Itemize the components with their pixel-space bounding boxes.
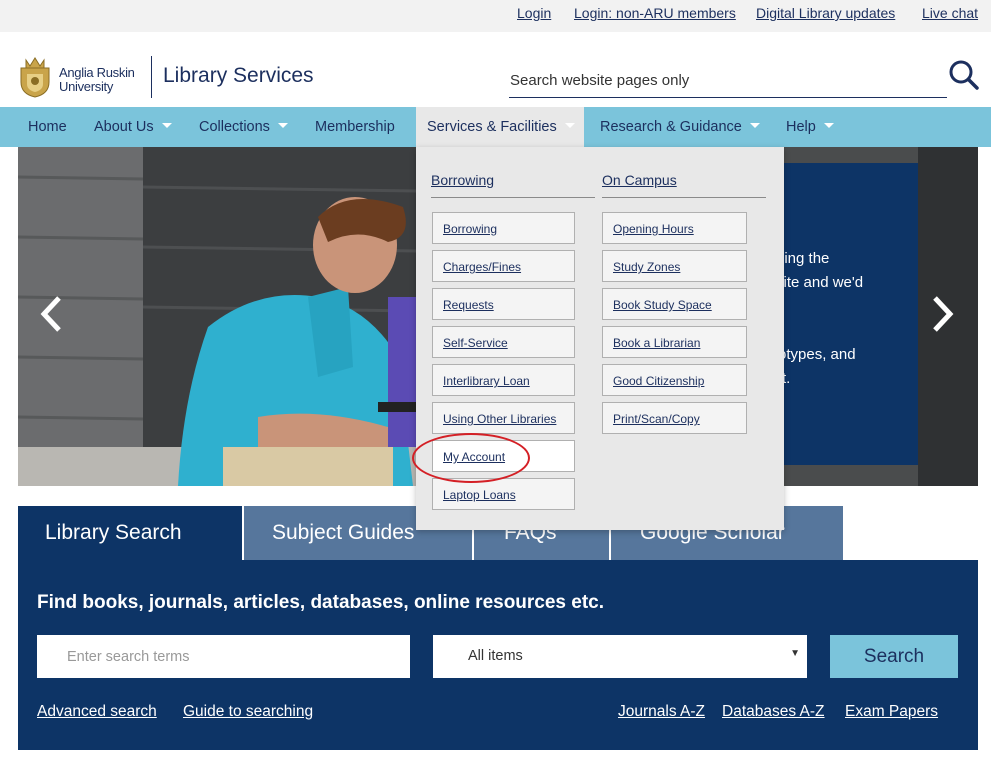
guide-to-searching-link[interactable]: Guide to searching (183, 703, 313, 721)
column-divider (431, 197, 595, 198)
nav-home[interactable]: Home (28, 107, 67, 147)
utility-bar: Login Login: non-ARU members Digital Lib… (0, 0, 991, 32)
nav-research-guidance[interactable]: Research & Guidance (600, 107, 760, 147)
nav-about-us[interactable]: About Us (94, 107, 172, 147)
search-terms-input[interactable] (37, 635, 410, 678)
nav-membership[interactable]: Membership (315, 107, 395, 147)
advanced-search-link[interactable]: Advanced search (37, 703, 157, 721)
exam-papers-link[interactable]: Exam Papers (845, 703, 938, 721)
live-chat-link[interactable]: Live chat (922, 5, 978, 21)
chevron-down-icon (161, 122, 172, 128)
chevron-down-icon (823, 122, 834, 128)
borrowing-column-heading[interactable]: Borrowing (431, 172, 494, 188)
dropdown-link-print-scan-copy[interactable]: Print/Scan/Copy (602, 402, 747, 434)
nav-help[interactable]: Help (786, 107, 834, 147)
dropdown-link-borrowing[interactable]: Borrowing (432, 212, 575, 244)
university-crest-icon[interactable] (18, 56, 52, 98)
dropdown-link-using-other-libraries[interactable]: Using Other Libraries (432, 402, 575, 434)
search-icon[interactable] (948, 59, 980, 91)
dropdown-link-charges-fines[interactable]: Charges/Fines (432, 250, 575, 282)
chevron-down-icon (749, 122, 760, 128)
login-non-aru-link[interactable]: Login: non-ARU members (574, 5, 736, 21)
chevron-down-icon (564, 122, 575, 128)
dropdown-arrow-icon: ▼ (790, 648, 800, 659)
on-campus-column-heading[interactable]: On Campus (602, 172, 677, 188)
dropdown-link-laptop-loans[interactable]: Laptop Loans (432, 478, 575, 510)
header-divider (151, 56, 152, 98)
search-heading: Find books, journals, articles, database… (37, 592, 605, 613)
digital-library-updates-link[interactable]: Digital Library updates (756, 5, 895, 21)
feedback-panel-text-3: otypes, and (778, 346, 856, 363)
search-scope-value: All items (468, 648, 523, 664)
chevron-left-icon[interactable] (38, 294, 64, 334)
services-facilities-dropdown: Borrowing On Campus Borrowing Charges/Fi… (416, 147, 784, 530)
dropdown-link-requests[interactable]: Requests (432, 288, 575, 320)
tab-library-search[interactable]: Library Search (18, 506, 242, 560)
main-nav: Home About Us Collections Membership Ser… (0, 107, 991, 147)
search-button[interactable]: Search (830, 635, 958, 678)
dropdown-link-good-citizenship[interactable]: Good Citizenship (602, 364, 747, 396)
dropdown-link-my-account[interactable]: My Account (432, 440, 575, 472)
dropdown-link-study-zones[interactable]: Study Zones (602, 250, 747, 282)
feedback-panel-text-1: ning the (776, 250, 830, 267)
column-divider (602, 197, 766, 198)
search-scope-select[interactable]: All items ▼ (433, 635, 807, 678)
login-link[interactable]: Login (517, 5, 551, 21)
chevron-down-icon (277, 122, 288, 128)
feedback-panel-text-2: site and we'd (776, 274, 864, 291)
chevron-right-icon[interactable] (930, 294, 956, 334)
dropdown-link-self-service[interactable]: Self-Service (432, 326, 575, 358)
university-name: Anglia Ruskin University (59, 65, 135, 94)
site-title[interactable]: Library Services (163, 64, 314, 88)
nav-collections[interactable]: Collections (199, 107, 288, 147)
nav-services-facilities[interactable]: Services & Facilities (416, 107, 584, 147)
dropdown-link-opening-hours[interactable]: Opening Hours (602, 212, 747, 244)
databases-az-link[interactable]: Databases A-Z (722, 703, 825, 721)
dropdown-link-book-study-space[interactable]: Book Study Space (602, 288, 747, 320)
dropdown-link-interlibrary-loan[interactable]: Interlibrary Loan (432, 364, 575, 396)
dropdown-link-book-a-librarian[interactable]: Book a Librarian (602, 326, 747, 358)
journals-az-link[interactable]: Journals A-Z (618, 703, 705, 721)
site-search-input[interactable] (509, 64, 947, 98)
feedback-panel-title: eedback (755, 46, 864, 76)
